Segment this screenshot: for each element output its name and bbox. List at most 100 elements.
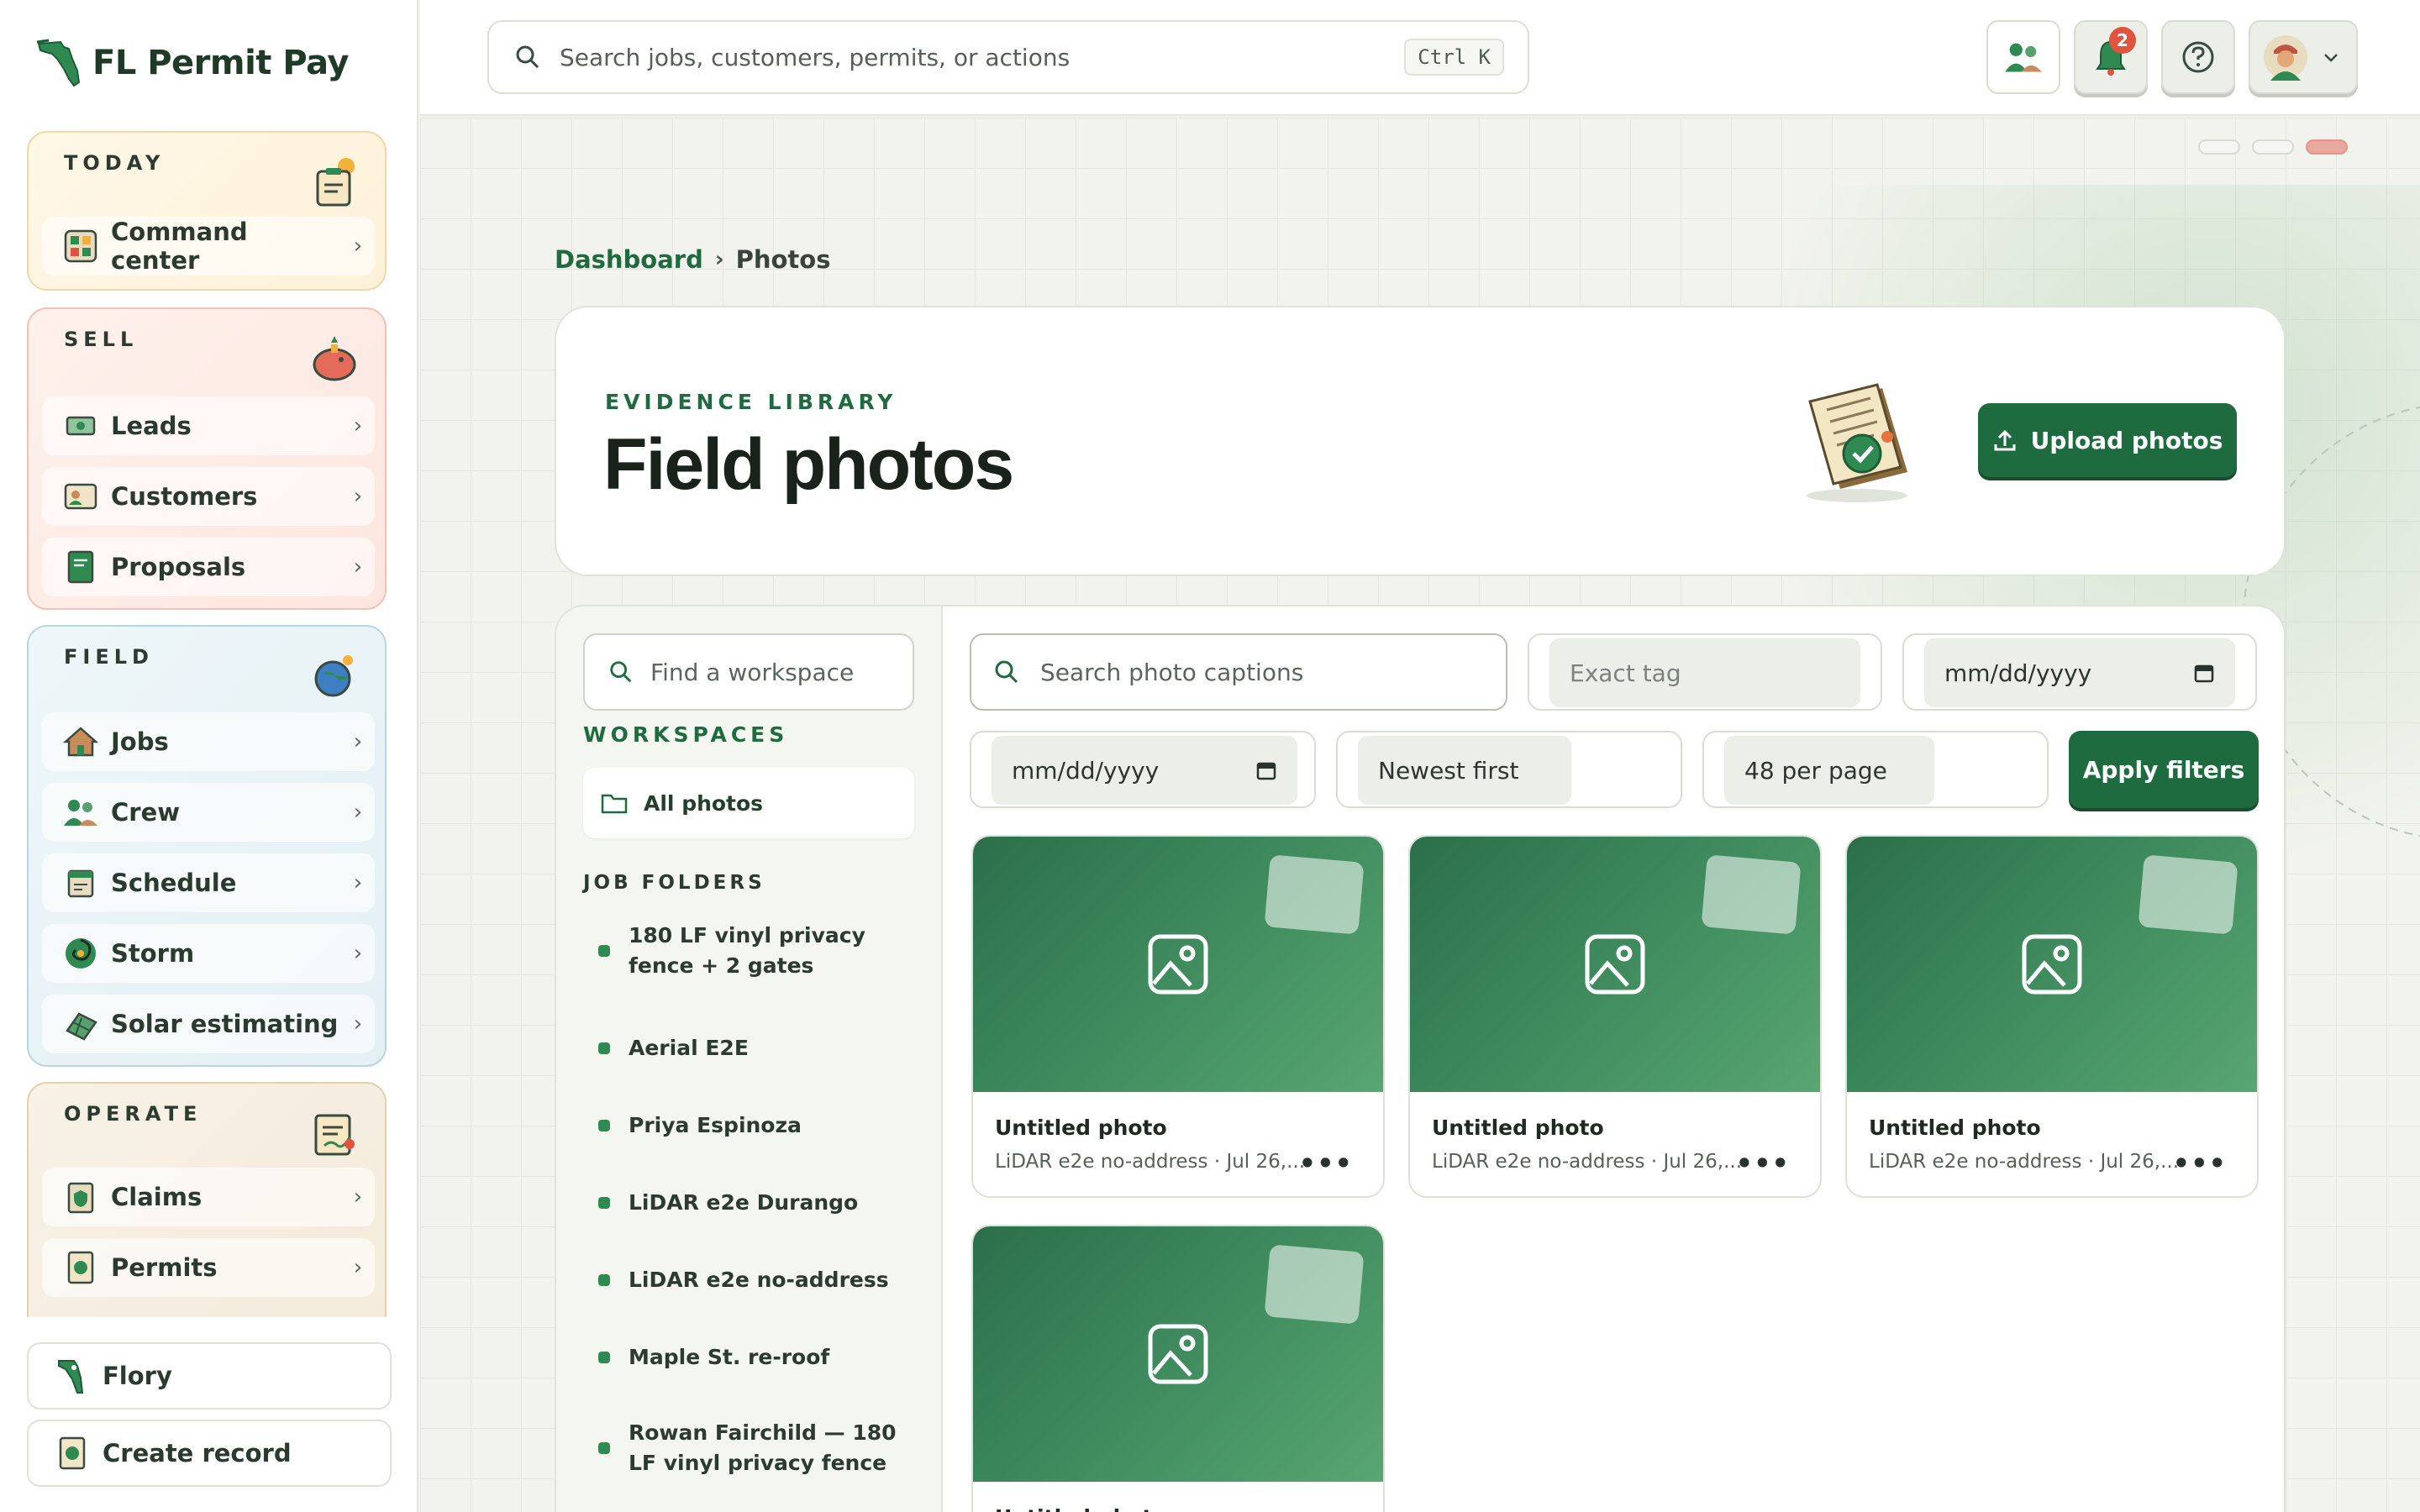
sidebar-item-schedule[interactable]: Schedule › — [42, 853, 375, 912]
sidebar-item-customers[interactable]: Customers › — [42, 467, 375, 526]
image-placeholder-icon — [1148, 934, 1208, 995]
folder-label: Maple St. re-roof — [629, 1345, 830, 1369]
piggy-bank-icon — [313, 336, 356, 381]
indicator-pill — [2252, 139, 2294, 155]
folder-label: LiDAR e2e no-address — [629, 1268, 889, 1292]
calendar-icon — [60, 863, 101, 903]
job-folder-item[interactable]: LiDAR e2e no-address — [598, 1265, 909, 1295]
workspace-sidebar: Find a workspace WORKSPACES All photos J… — [556, 606, 943, 1512]
job-folder-item[interactable]: Rowan Fairchild — 180 LF vinyl privacy f… — [598, 1418, 909, 1478]
chevron-right-icon: › — [353, 1255, 363, 1280]
florida-assistant-icon — [52, 1356, 92, 1396]
claims-icon — [60, 1177, 101, 1217]
user-menu-button[interactable] — [2249, 20, 2358, 94]
apply-filters-button[interactable]: Apply filters — [2069, 731, 2259, 808]
nav-label: Claims — [111, 1183, 203, 1211]
caption-search-input[interactable]: Search photo captions — [970, 633, 1507, 711]
section-title: OPERATE — [64, 1102, 203, 1126]
shortcut-hint: Ctrl K — [1404, 39, 1504, 76]
sidebar-item-leads[interactable]: Leads › — [42, 396, 375, 455]
section-title: FIELD — [64, 645, 154, 669]
sidebar-item-command-center[interactable]: Command center › — [42, 217, 375, 276]
crew-button[interactable] — [1986, 20, 2060, 94]
photo-card[interactable]: Untitled photo LiDAR e2e no-address · Ju… — [971, 835, 1385, 1198]
job-folder-item[interactable]: Maple St. re-roof — [598, 1342, 909, 1373]
calendar-icon — [1256, 762, 1276, 780]
job-folder-item[interactable]: 180 LF vinyl privacy fence + 2 gates — [598, 921, 909, 981]
photo-card[interactable]: Untitled photo — [971, 1225, 1385, 1512]
photo-title: Untitled photo — [1869, 1116, 2041, 1140]
proposal-book-icon — [60, 547, 101, 587]
photo-tag-chip — [2138, 854, 2238, 935]
job-folder-item[interactable]: Priya Espinoza — [598, 1110, 909, 1141]
permit-icon — [60, 1247, 101, 1288]
sort-select[interactable]: Newest first — [1336, 731, 1682, 808]
notifications-button[interactable]: 2 — [2074, 20, 2148, 94]
assistant-button[interactable]: Flory — [27, 1342, 392, 1410]
nav-label: Jobs — [111, 727, 169, 756]
image-placeholder-icon — [2022, 934, 2082, 995]
search-icon — [995, 660, 1018, 684]
nav-label: Command center — [111, 218, 248, 275]
chevron-right-icon: › — [353, 1011, 363, 1037]
page-title: Field photos — [603, 424, 1014, 505]
chevron-right-icon: › — [353, 800, 363, 825]
window-indicators — [2198, 139, 2348, 155]
house-icon — [60, 722, 101, 762]
nav-label: Crew — [111, 798, 181, 827]
workspaces-heading: WORKSPACES — [583, 722, 789, 747]
all-photos-label: All photos — [644, 790, 764, 816]
job-folder-item[interactable]: Aerial E2E — [598, 1033, 909, 1063]
nav-label: Permits — [111, 1253, 218, 1282]
job-folders-heading: JOB FOLDERS — [583, 872, 765, 894]
job-folder-item[interactable]: LiDAR e2e Durango — [598, 1188, 909, 1218]
folder-label: 180 LF vinyl privacy fence + 2 gates — [629, 923, 865, 978]
customer-card-icon — [60, 476, 101, 517]
upload-photos-button[interactable]: Upload photos — [1978, 403, 2237, 477]
signed-document-icon — [314, 1114, 355, 1156]
more-options-icon[interactable]: ••• — [2173, 1147, 2227, 1179]
section-title: TODAY — [64, 151, 166, 175]
nav-label: Storm — [111, 939, 195, 968]
photo-tag-chip — [1264, 1244, 1365, 1325]
breadcrumb-current: Photos — [735, 245, 831, 274]
folder-dot — [598, 1042, 610, 1054]
crew-icon — [60, 792, 101, 832]
main-content: Dashboard › Photos EVIDENCE LIBRARY Fiel… — [420, 118, 2420, 1512]
photo-card[interactable]: Untitled photo LiDAR e2e no-address · Ju… — [1845, 835, 2259, 1198]
folder-dot — [598, 1442, 610, 1454]
help-button[interactable] — [2161, 20, 2235, 94]
tag-filter-input[interactable]: Exact tag — [1528, 633, 1882, 711]
sidebar-item-jobs[interactable]: Jobs › — [42, 712, 375, 771]
solar-panel-icon — [60, 1004, 101, 1044]
more-options-icon[interactable]: ••• — [1736, 1147, 1790, 1179]
chevron-right-icon: › — [353, 413, 363, 438]
workspace-search-input[interactable]: Find a workspace — [583, 633, 914, 711]
create-record-button[interactable]: Create record — [27, 1420, 392, 1487]
folder-dot — [598, 945, 610, 957]
sidebar-item-permits[interactable]: Permits › — [42, 1238, 375, 1297]
folder-label: Rowan Fairchild — 180 LF vinyl privacy f… — [629, 1420, 897, 1475]
clipboard-sun-icon — [316, 158, 355, 207]
image-placeholder-icon — [1585, 934, 1645, 995]
sidebar-item-claims[interactable]: Claims › — [42, 1168, 375, 1226]
breadcrumb: Dashboard › Photos — [555, 245, 830, 274]
global-search-input[interactable]: Search jobs, customers, permits, or acti… — [487, 20, 1529, 94]
breadcrumb-separator: › — [714, 247, 724, 272]
sidebar-item-crew[interactable]: Crew › — [42, 783, 375, 842]
dashboard-icon — [60, 226, 101, 266]
per-page-select[interactable]: 48 per page — [1702, 731, 2049, 808]
more-options-icon[interactable]: ••• — [1299, 1147, 1353, 1179]
avatar — [2264, 35, 2307, 81]
date-to-input[interactable]: mm/dd/yyyy — [970, 731, 1316, 808]
chevron-down-icon — [2324, 54, 2338, 62]
sidebar-item-solar-estimating[interactable]: Solar estimating › — [42, 995, 375, 1053]
photo-title: Untitled photo — [995, 1505, 1167, 1512]
workspace-all-photos[interactable]: All photos — [583, 768, 914, 838]
photo-card[interactable]: Untitled photo LiDAR e2e no-address · Ju… — [1408, 835, 1822, 1198]
app-logo[interactable]: FL Permit Pay — [35, 37, 349, 89]
breadcrumb-dashboard[interactable]: Dashboard — [555, 245, 703, 274]
date-from-input[interactable]: mm/dd/yyyy — [1902, 633, 2257, 711]
sidebar-item-proposals[interactable]: Proposals › — [42, 538, 375, 596]
sidebar-item-storm[interactable]: Storm › — [42, 924, 375, 983]
